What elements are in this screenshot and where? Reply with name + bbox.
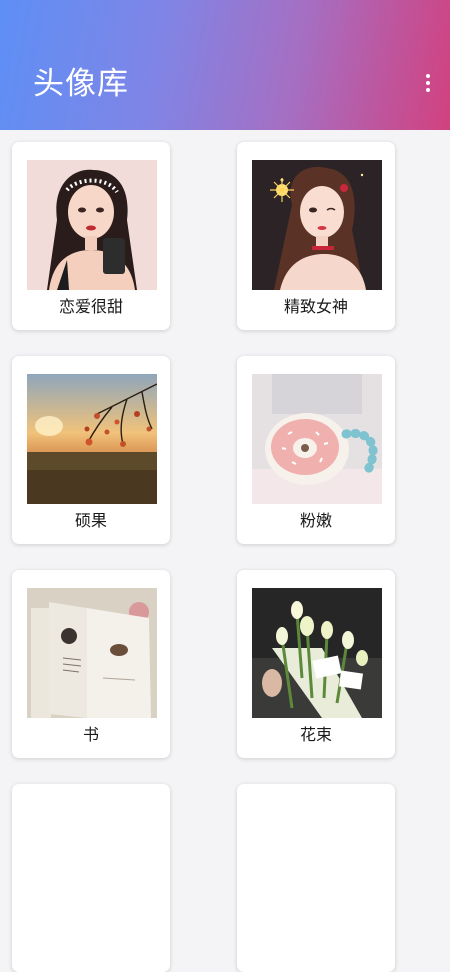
avatar-label: 粉嫩 — [299, 511, 332, 530]
avatar-grid: 恋爱很甜 精致女神 硕果 粉嫩 书 花束 — [0, 0, 450, 972]
avatar-card[interactable] — [12, 784, 170, 972]
avatar-card[interactable]: 精致女神 — [237, 142, 395, 330]
avatar-image — [252, 588, 382, 718]
avatar-label: 硕果 — [74, 511, 107, 530]
avatar-label: 花束 — [299, 725, 332, 744]
avatar-image — [252, 160, 382, 290]
avatar-card[interactable]: 硕果 — [12, 356, 170, 544]
avatar-image — [27, 588, 157, 718]
avatar-card[interactable]: 粉嫩 — [237, 356, 395, 544]
avatar-card[interactable] — [237, 784, 395, 972]
avatar-card[interactable]: 花束 — [237, 570, 395, 758]
avatar-image — [27, 160, 157, 290]
avatar-image — [27, 374, 157, 504]
avatar-image — [252, 374, 382, 504]
avatar-label: 恋爱很甜 — [58, 297, 123, 316]
avatar-card[interactable]: 书 — [12, 570, 170, 758]
avatar-card[interactable]: 恋爱很甜 — [12, 142, 170, 330]
avatar-label: 书 — [82, 725, 99, 744]
avatar-label: 精致女神 — [283, 297, 348, 316]
